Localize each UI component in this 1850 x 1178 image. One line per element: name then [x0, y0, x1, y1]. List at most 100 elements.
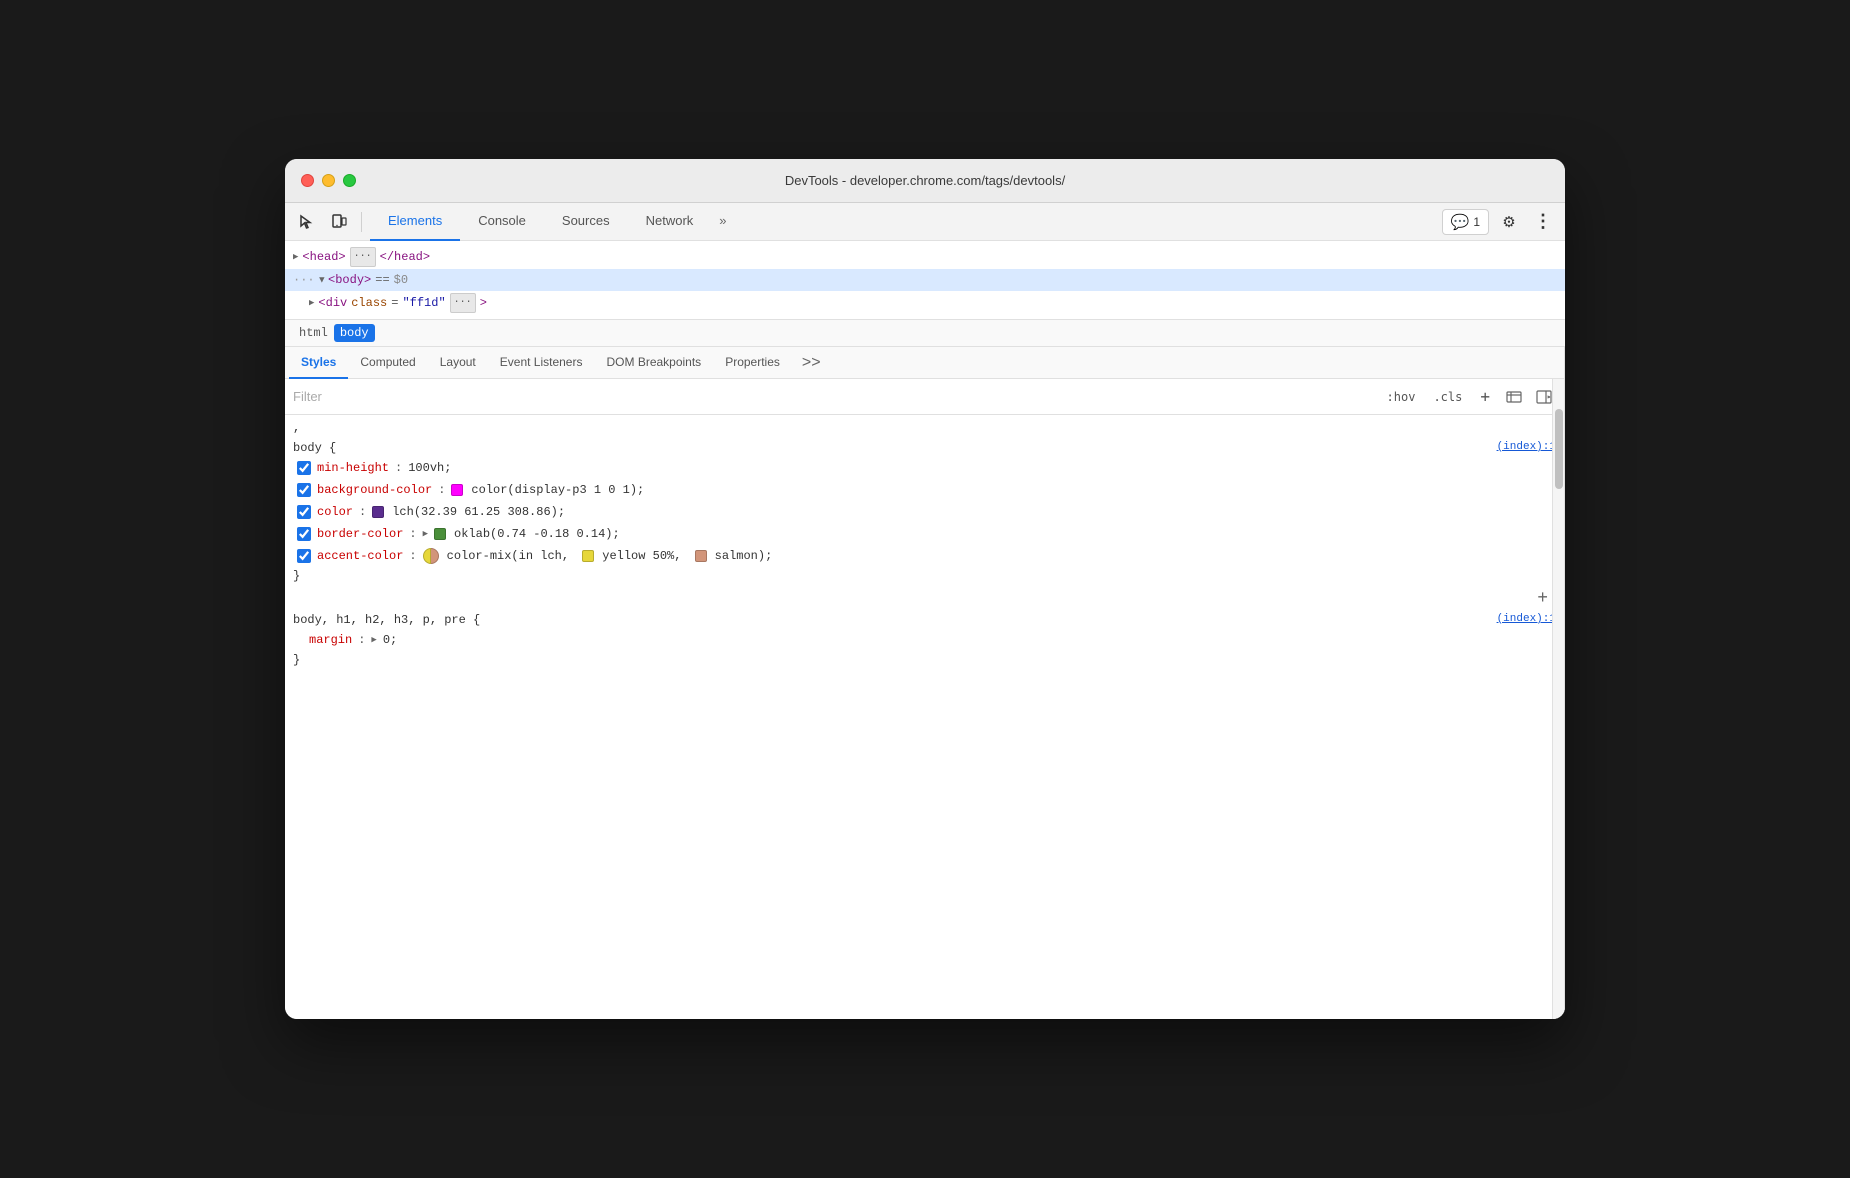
head-close-tag: </head>	[380, 248, 430, 266]
breadcrumb-body[interactable]: body	[334, 324, 375, 342]
close-button[interactable]	[301, 174, 314, 187]
min-height-checkbox[interactable]	[297, 461, 311, 475]
tab-computed[interactable]: Computed	[348, 347, 427, 379]
margin-property[interactable]: margin	[309, 630, 352, 650]
add-rule-button[interactable]: +	[285, 585, 1564, 609]
more-options-button[interactable]: ⋮	[1529, 208, 1557, 236]
tab-properties[interactable]: Properties	[713, 347, 792, 379]
styles-scrollbar-thumb[interactable]	[1555, 409, 1563, 489]
css-rule-color: color : lch(32.39 61.25 308.86);	[285, 501, 1564, 523]
toggle-sidebar-svg	[1536, 389, 1552, 405]
color-swatch[interactable]	[372, 506, 384, 518]
tab-layout[interactable]: Layout	[428, 347, 488, 379]
prev-closing-brace: ,	[285, 419, 1564, 437]
border-color-expand[interactable]: ▶	[423, 524, 428, 544]
head-ellipsis[interactable]: ···	[350, 247, 376, 267]
div-triangle[interactable]: ▶	[309, 294, 314, 312]
background-color-property[interactable]: background-color	[317, 480, 432, 500]
accent-color-mix-fn[interactable]: color-mix(in lch,	[447, 546, 577, 566]
styles-tabs: Styles Computed Layout Event Listeners D…	[285, 347, 1564, 379]
css-source-body-headings[interactable]: (index):1	[1497, 613, 1556, 625]
yellow-value[interactable]: yellow 50%,	[602, 546, 688, 566]
styles-scrollbar[interactable]	[1552, 379, 1564, 1019]
notification-button[interactable]: 💬 1	[1442, 209, 1489, 235]
traffic-lights	[301, 174, 356, 187]
head-html-line[interactable]: ▶ <head> ··· </head>	[285, 245, 1565, 269]
tab-console[interactable]: Console	[460, 203, 544, 241]
cls-button[interactable]: .cls	[1427, 388, 1468, 406]
border-color-value[interactable]: oklab(0.74 -0.18 0.14);	[454, 524, 620, 544]
color-checkbox[interactable]	[297, 505, 311, 519]
color-property[interactable]: color	[317, 502, 353, 522]
min-height-value[interactable]: 100vh;	[408, 458, 451, 478]
notification-icon: 💬	[1451, 213, 1470, 231]
border-color-property[interactable]: border-color	[317, 524, 403, 544]
filter-actions: :hov .cls +	[1381, 385, 1556, 409]
css-selector-body-headings[interactable]: body, h1, h2, h3, p, pre {	[293, 613, 480, 627]
minimize-button[interactable]	[322, 174, 335, 187]
top-tabs: Elements Console Sources Network »	[370, 203, 735, 241]
yellow-swatch[interactable]	[582, 550, 594, 562]
accent-color-swatch-left	[423, 548, 431, 564]
body-triangle[interactable]: ▶	[312, 277, 330, 282]
border-color-checkbox[interactable]	[297, 527, 311, 541]
body-html-line[interactable]: ··· ▶ <body> == $0	[285, 269, 1565, 291]
filter-input[interactable]	[293, 389, 1373, 404]
tab-elements[interactable]: Elements	[370, 203, 460, 241]
html-panel: ▶ <head> ··· </head> ··· ▶ <body> == $0 …	[285, 241, 1565, 319]
body-dollar: $0	[394, 271, 408, 289]
div-ellipsis[interactable]: ···	[450, 293, 476, 313]
fullscreen-button[interactable]	[343, 174, 356, 187]
margin-value[interactable]: 0;	[383, 630, 397, 650]
cursor-icon-button[interactable]	[293, 208, 321, 236]
styles-panel: Styles Computed Layout Event Listeners D…	[285, 347, 1565, 1019]
breadcrumb-html[interactable]: html	[293, 324, 334, 342]
tab-event-listeners[interactable]: Event Listeners	[488, 347, 595, 379]
margin-expand[interactable]: ▶	[371, 630, 376, 650]
salmon-swatch[interactable]	[695, 550, 707, 562]
accent-color-checkbox[interactable]	[297, 549, 311, 563]
toolbar-divider	[361, 212, 362, 232]
bottom-panel: Styles Computed Layout Event Listeners D…	[285, 347, 1565, 1019]
settings-button[interactable]: ⚙	[1495, 208, 1523, 236]
css-rule-background-color: background-color : color(display-p3 1 0 …	[285, 479, 1564, 501]
body-open-tag: <body>	[328, 271, 371, 289]
div-open-tag: <div	[318, 294, 347, 312]
div-html-line[interactable]: ▶ <div class="ff1d" ··· >	[285, 291, 1565, 315]
tab-more-styles[interactable]: >>	[796, 354, 827, 372]
body-dots: ···	[293, 271, 315, 289]
min-height-property[interactable]: min-height	[317, 458, 389, 478]
toolbar-right: 💬 1 ⚙ ⋮	[1442, 208, 1557, 236]
css-section-header-body: body { (index):1	[285, 437, 1564, 457]
accent-color-composite-swatch[interactable]	[423, 548, 439, 564]
tab-sources[interactable]: Sources	[544, 203, 628, 241]
hov-button[interactable]: :hov	[1381, 388, 1422, 406]
notification-count: 1	[1473, 215, 1480, 229]
head-triangle[interactable]: ▶	[293, 248, 298, 266]
border-color-swatch[interactable]	[434, 528, 446, 540]
force-state-svg	[1506, 389, 1522, 405]
tab-styles[interactable]: Styles	[289, 347, 348, 379]
titlebar: DevTools - developer.chrome.com/tags/dev…	[285, 159, 1565, 203]
background-color-value[interactable]: color(display-p3 1 0 1);	[471, 480, 644, 500]
tab-network[interactable]: Network	[628, 203, 712, 241]
accent-color-property[interactable]: accent-color	[317, 546, 403, 566]
tab-more[interactable]: »	[711, 203, 734, 241]
background-color-checkbox[interactable]	[297, 483, 311, 497]
more-options-icon: ⋮	[1534, 211, 1552, 232]
css-selector-body[interactable]: body {	[293, 441, 336, 455]
breadcrumb-bar: html body	[285, 319, 1565, 347]
color-value[interactable]: lch(32.39 61.25 308.86);	[392, 502, 565, 522]
device-toggle-button[interactable]	[325, 208, 353, 236]
css-closing-body: }	[285, 567, 1564, 585]
tab-dom-breakpoints[interactable]: DOM Breakpoints	[594, 347, 713, 379]
add-style-button[interactable]: +	[1474, 387, 1496, 407]
window-title: DevTools - developer.chrome.com/tags/dev…	[785, 173, 1065, 188]
css-source-body[interactable]: (index):1	[1497, 441, 1556, 453]
settings-icon: ⚙	[1502, 213, 1515, 231]
cursor-icon	[299, 214, 315, 230]
salmon-value[interactable]: salmon);	[715, 546, 773, 566]
devtools-panel: Elements Console Sources Network » 💬 1 ⚙…	[285, 203, 1565, 1019]
force-state-icon[interactable]	[1502, 385, 1526, 409]
background-color-swatch[interactable]	[451, 484, 463, 496]
